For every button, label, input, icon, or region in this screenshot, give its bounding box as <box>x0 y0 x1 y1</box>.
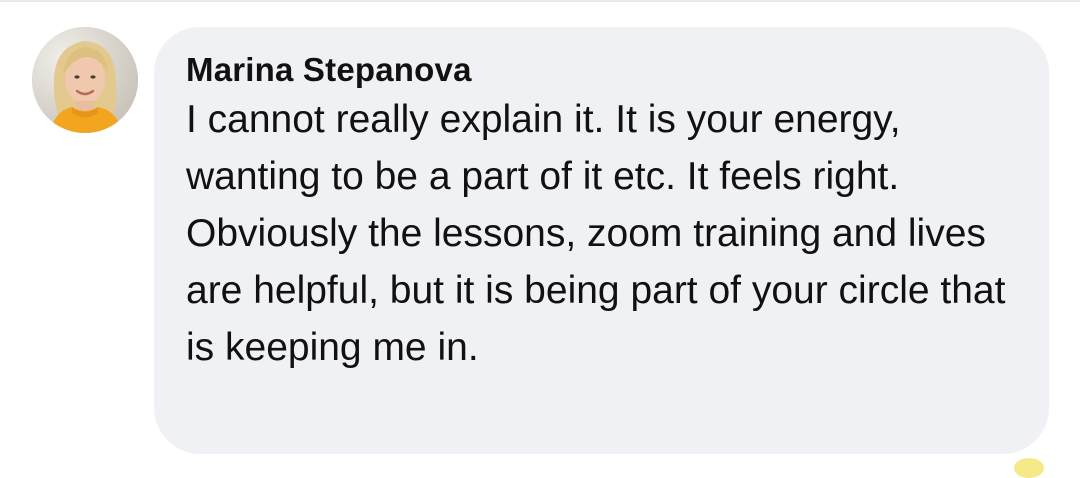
comment-text: I cannot really explain it. It is your e… <box>186 98 1006 369</box>
reaction-icon <box>1014 458 1044 478</box>
comment-bubble: Marina Stepanova I cannot really explain… <box>154 27 1049 454</box>
avatar-photo <box>32 27 138 133</box>
comment-item: Marina Stepanova I cannot really explain… <box>0 0 1080 469</box>
author-avatar[interactable] <box>32 27 138 133</box>
comment-author-name[interactable]: Marina Stepanova <box>186 49 1015 91</box>
